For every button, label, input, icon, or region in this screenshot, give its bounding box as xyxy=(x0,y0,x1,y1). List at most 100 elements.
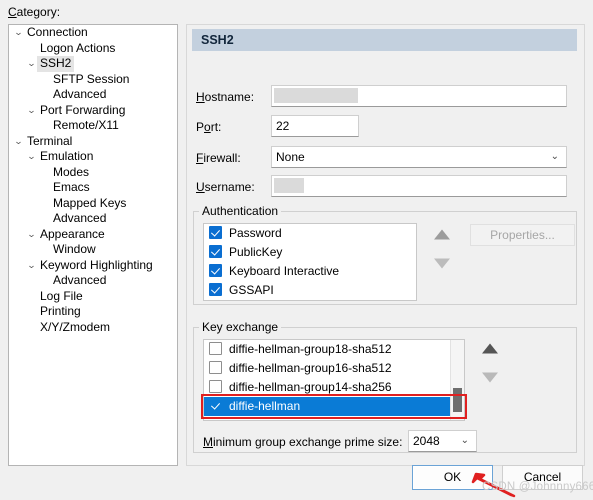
checkbox-icon[interactable] xyxy=(209,264,222,277)
key-exchange-scrollbar[interactable] xyxy=(450,340,464,420)
tree-item-appearance[interactable]: ⌄ Appearance xyxy=(9,227,177,243)
kex-move-up-button[interactable] xyxy=(477,338,503,360)
tree-item-printing[interactable]: ⌄Printing xyxy=(9,304,177,320)
checkbox-icon[interactable] xyxy=(209,380,222,393)
tree-item-connection[interactable]: ⌄ Connection xyxy=(9,25,177,41)
key-exchange-list[interactable]: diffie-hellman-group18-sha512 diffie-hell… xyxy=(203,339,465,421)
tree-item-label: Emacs xyxy=(53,180,90,195)
key-exchange-item[interactable]: diffie-hellman xyxy=(204,397,464,416)
prime-size-select[interactable]: 2048 ⌄ xyxy=(408,430,477,452)
hostname-input[interactable] xyxy=(271,85,567,107)
port-label: Port: xyxy=(196,120,221,134)
tree-item-modes[interactable]: ⌄Modes xyxy=(9,165,177,181)
scrollbar-thumb[interactable] xyxy=(453,388,462,412)
authentication-item-label: PublicKey xyxy=(229,245,283,259)
authentication-item[interactable]: PublicKey xyxy=(204,243,416,262)
tree-item-label: Keyword Highlighting xyxy=(40,257,153,272)
prime-size-label: Minimum group exchange prime size: xyxy=(203,435,402,449)
checkbox-icon[interactable] xyxy=(209,226,222,239)
key-exchange-item[interactable]: diffie-hellman-group16-sha512 xyxy=(204,359,464,378)
prime-size-accel: M xyxy=(203,435,213,449)
key-exchange-item-label: diffie-hellman xyxy=(229,399,301,413)
authentication-item-label: GSSAPI xyxy=(229,283,274,297)
prime-size-label-text: inimum group exchange prime size: xyxy=(213,435,403,449)
checkbox-icon[interactable] xyxy=(209,361,222,374)
category-accel: C xyxy=(8,5,17,19)
authentication-item-label: Keyboard Interactive xyxy=(229,264,340,278)
username-label-text: sername: xyxy=(204,180,255,194)
tree-item-log-file[interactable]: ⌄Log File xyxy=(9,289,177,305)
tree-item-label: Advanced xyxy=(53,273,107,288)
tree-item-label: Connection xyxy=(27,25,88,40)
kex-move-down-button[interactable] xyxy=(477,366,503,388)
key-exchange-item[interactable]: diffie-hellman-group18-sha512 xyxy=(204,340,464,359)
tree-item-remote-x11[interactable]: ⌄Remote/X11 xyxy=(9,118,177,134)
tree-item-advanced[interactable]: ⌄Advanced xyxy=(9,87,177,103)
tree-item-label: Log File xyxy=(40,288,83,303)
chevron-down-icon[interactable]: ⌄ xyxy=(12,25,26,41)
checkbox-icon[interactable] xyxy=(209,342,222,355)
ok-button[interactable]: OK xyxy=(412,465,493,490)
firewall-label-text: irewall: xyxy=(203,151,241,165)
tree-item-label: Printing xyxy=(40,304,81,319)
chevron-down-icon[interactable]: ⌄ xyxy=(25,258,39,274)
tree-item-advanced[interactable]: ⌄Advanced xyxy=(9,273,177,289)
authentication-list[interactable]: Password PublicKey Keyboard Interactive GSS… xyxy=(203,223,417,301)
key-exchange-item-label: diffie-hellman-group14-sha256 xyxy=(229,380,392,394)
tree-item-emulation[interactable]: ⌄ Emulation xyxy=(9,149,177,165)
triangle-down-icon xyxy=(434,258,450,269)
tree-item-x-y-zmodem[interactable]: ⌄X/Y/Zmodem xyxy=(9,320,177,336)
category-tree[interactable]: ⌄Connection⌄Logon Actions⌄SSH2⌄SFTP Sess… xyxy=(8,24,178,466)
port-accel: o xyxy=(204,120,211,134)
tree-item-sftp-session[interactable]: ⌄SFTP Session xyxy=(9,72,177,88)
hostname-redaction xyxy=(274,88,358,103)
tree-item-keyword-highlighting[interactable]: ⌄ Keyword Highlighting xyxy=(9,258,177,274)
username-accel: U xyxy=(196,180,205,194)
tree-item-emacs[interactable]: ⌄Emacs xyxy=(9,180,177,196)
properties-button[interactable]: Properties... xyxy=(470,224,575,246)
username-label: Username: xyxy=(196,180,255,194)
auth-move-down-button[interactable] xyxy=(429,252,455,274)
tree-item-label: SSH2 xyxy=(37,56,75,72)
watermark: CSDN @Johnnny666 xyxy=(482,481,593,493)
ssh2-content-panel: SSH2 Hostname: Port: 22 Firewall: None ⌄… xyxy=(186,24,585,466)
tree-item-label: Modes xyxy=(53,164,90,179)
chevron-down-icon[interactable]: ⌄ xyxy=(25,227,39,243)
triangle-down-icon xyxy=(482,372,498,383)
authentication-item[interactable]: GSSAPI xyxy=(204,281,416,300)
firewall-value: None xyxy=(276,150,305,164)
chevron-down-icon[interactable]: ⌄ xyxy=(25,149,39,165)
checkbox-icon[interactable] xyxy=(209,245,222,258)
tree-item-label: Appearance xyxy=(40,226,105,241)
chevron-down-icon[interactable]: ⌄ xyxy=(25,56,39,72)
authentication-item-label: Password xyxy=(229,226,282,240)
chevron-down-icon[interactable]: ⌄ xyxy=(12,134,26,150)
key-exchange-item-label: diffie-hellman-group18-sha512 xyxy=(229,342,392,356)
port-input[interactable]: 22 xyxy=(271,115,359,137)
firewall-select[interactable]: None ⌄ xyxy=(271,146,567,168)
tree-item-mapped-keys[interactable]: ⌄Mapped Keys xyxy=(9,196,177,212)
key-exchange-item[interactable]: diffie-hellman-group14-sha256 xyxy=(204,378,464,397)
auth-move-up-button[interactable] xyxy=(429,224,455,246)
tree-item-window[interactable]: ⌄Window xyxy=(9,242,177,258)
tree-item-port-forwarding[interactable]: ⌄ Port Forwarding xyxy=(9,103,177,119)
tree-item-advanced[interactable]: ⌄Advanced xyxy=(9,211,177,227)
tree-item-label: Port Forwarding xyxy=(40,102,126,117)
username-redaction xyxy=(274,178,304,193)
authentication-item[interactable]: Password xyxy=(204,224,416,243)
tree-item-label: Remote/X11 xyxy=(53,118,119,133)
checkbox-icon[interactable] xyxy=(209,283,222,296)
tree-item-logon-actions[interactable]: ⌄Logon Actions xyxy=(9,41,177,57)
triangle-up-icon xyxy=(482,343,498,354)
session-options-dialog: Category: ⌄Connection⌄Logon Actions⌄SSH2… xyxy=(0,0,593,500)
tree-item-ssh2[interactable]: ⌄ SSH2 xyxy=(9,56,177,72)
chevron-down-icon[interactable]: ⌄ xyxy=(25,103,39,119)
username-input[interactable] xyxy=(271,175,567,197)
tree-item-terminal[interactable]: ⌄ Terminal xyxy=(9,134,177,150)
category-label: Category: xyxy=(8,5,60,19)
authentication-item[interactable]: Keyboard Interactive xyxy=(204,262,416,281)
checkbox-icon[interactable] xyxy=(209,399,222,412)
tree-item-label: Terminal xyxy=(27,133,73,148)
key-exchange-group-title: Key exchange xyxy=(199,320,282,334)
tree-item-label: Logon Actions xyxy=(40,40,116,55)
